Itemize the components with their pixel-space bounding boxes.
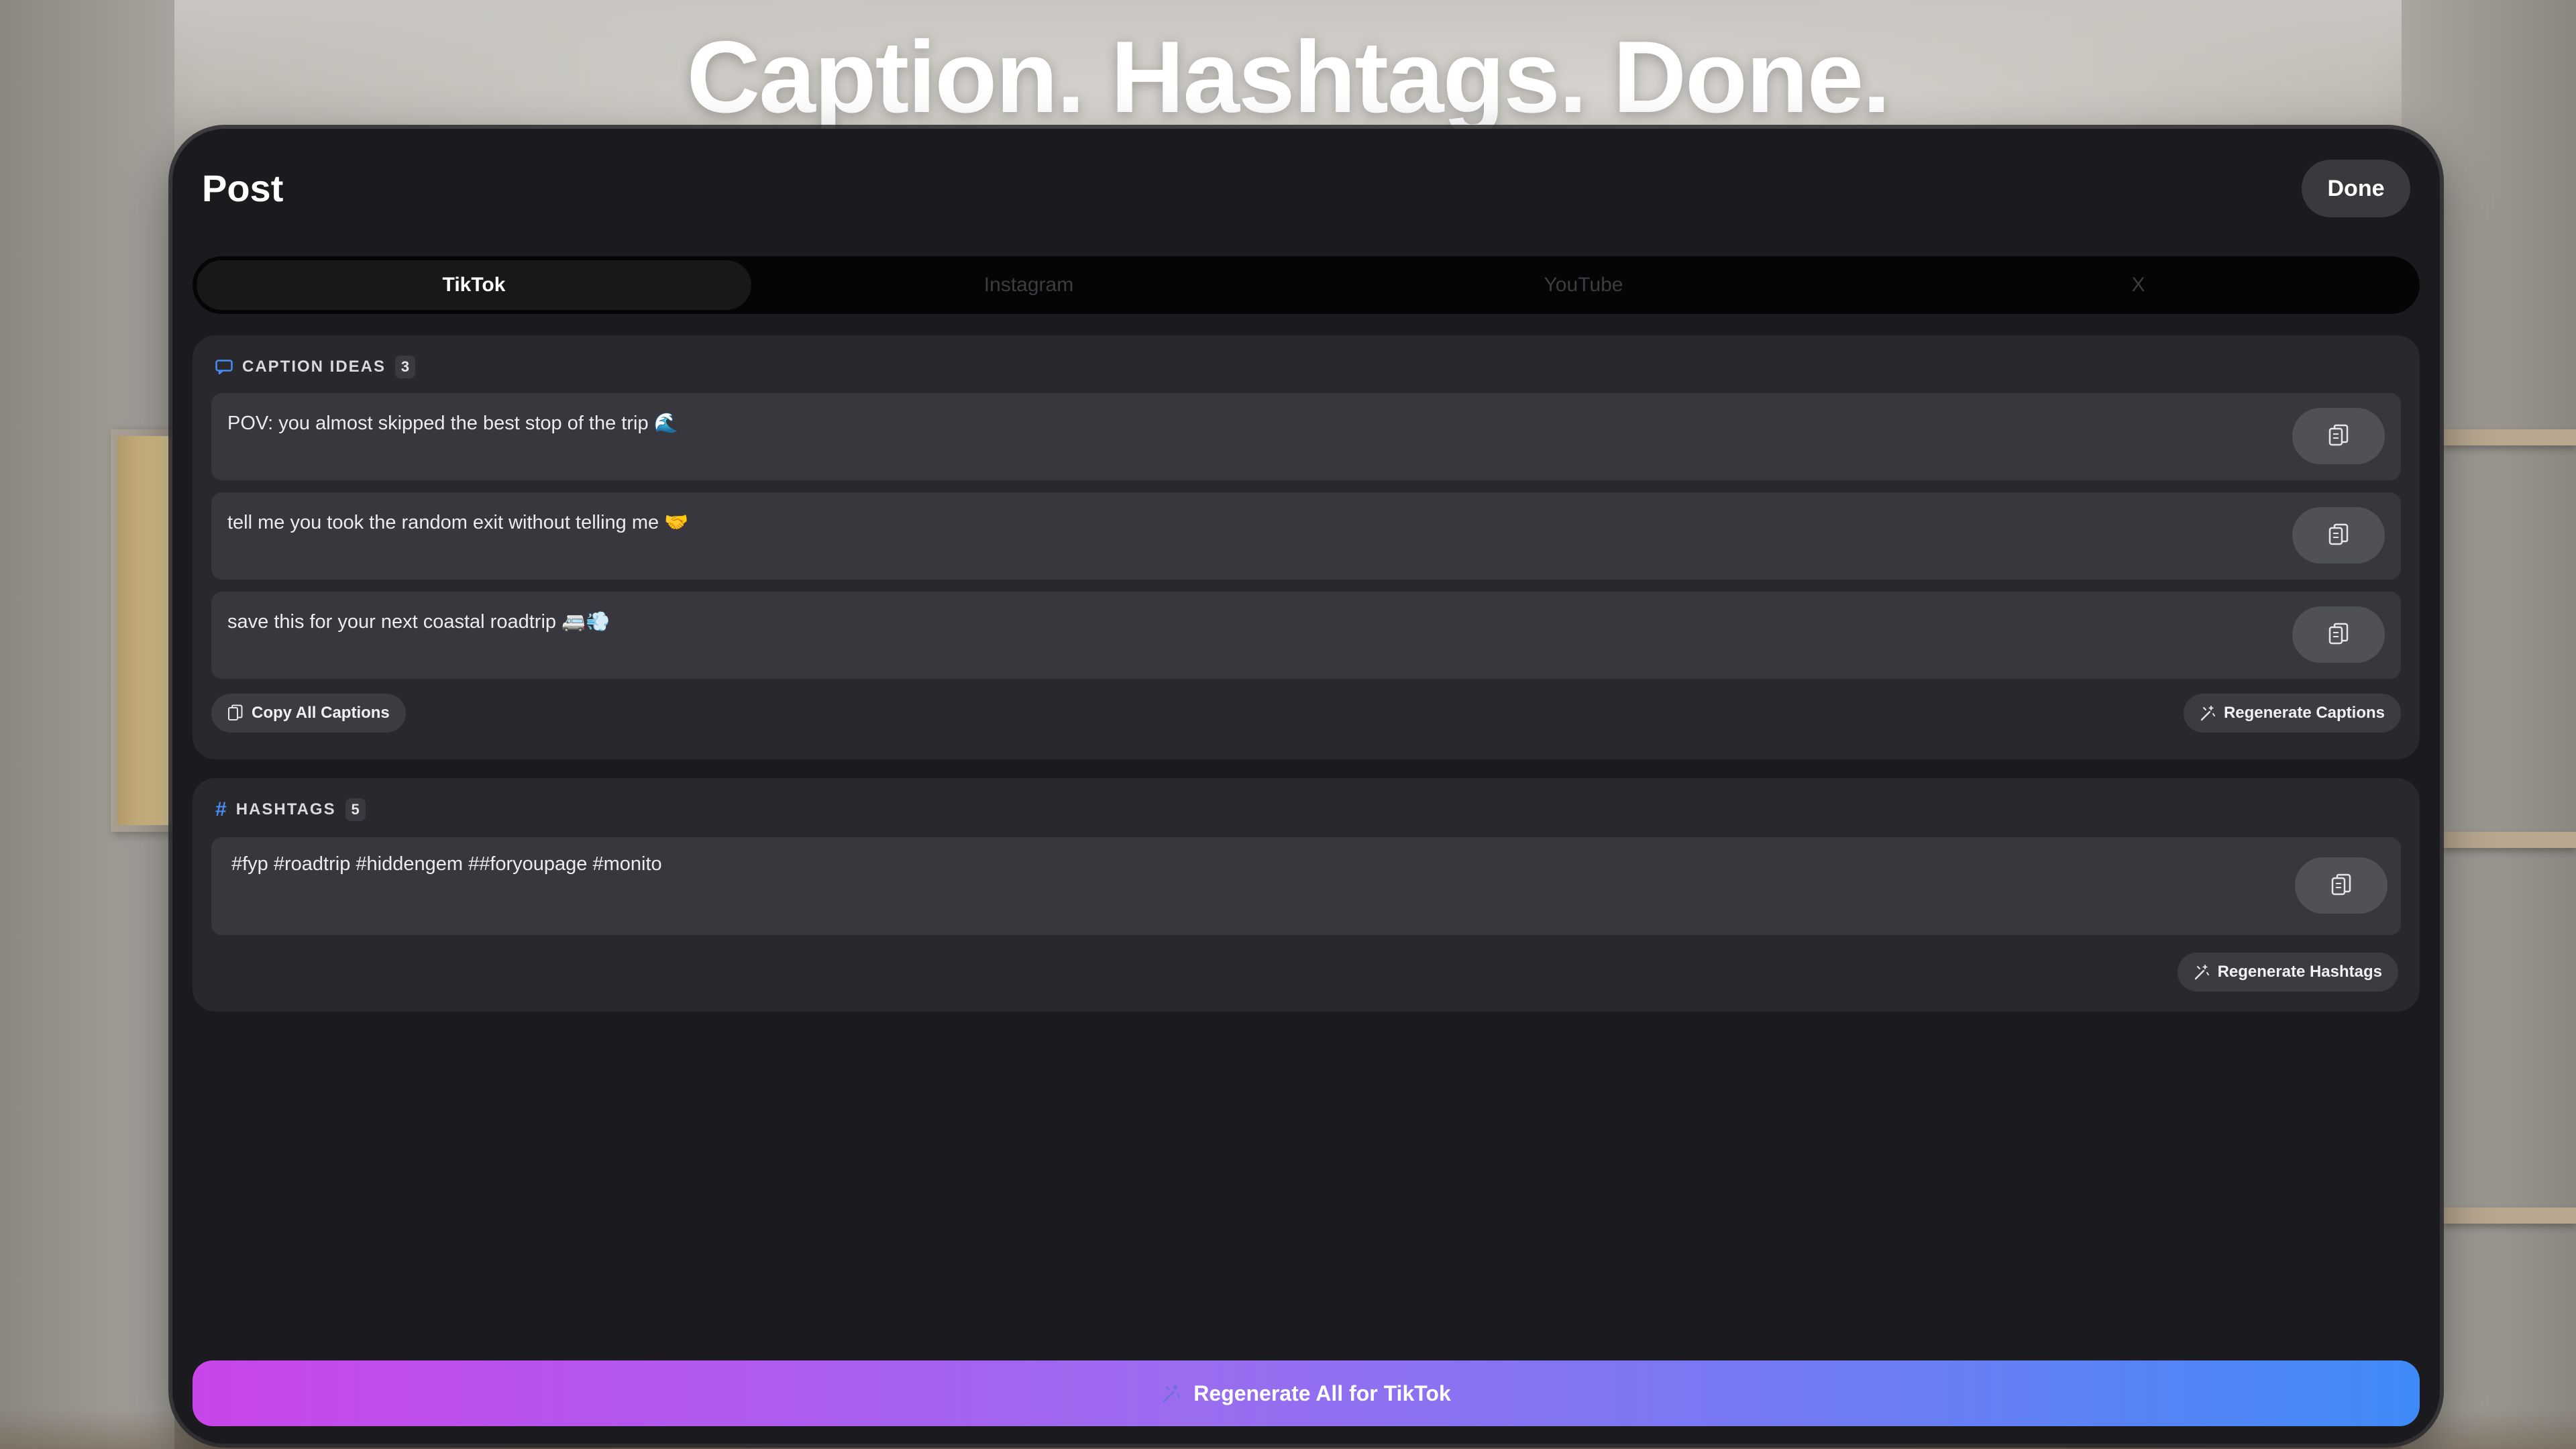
regenerate-hashtags-label: Regenerate Hashtags: [2217, 963, 2382, 981]
copy-caption-button[interactable]: [2292, 606, 2385, 663]
done-button[interactable]: Done: [2302, 160, 2410, 217]
caption-count-badge: 3: [395, 356, 416, 378]
tab-x[interactable]: X: [1861, 260, 2416, 310]
speech-bubble-icon: [215, 360, 233, 374]
caption-text: tell me you took the random exit without…: [227, 512, 689, 533]
copy-icon: [2328, 623, 2349, 645]
magic-wand-icon: [2194, 965, 2209, 980]
caption-ideas-heading: CAPTION IDEAS: [242, 358, 386, 376]
hash-icon: #: [215, 798, 227, 820]
copy-all-captions-label: Copy All Captions: [252, 704, 390, 722]
caption-text: save this for your next coastal roadtrip…: [227, 611, 610, 633]
regenerate-hashtags-button[interactable]: Regenerate Hashtags: [2177, 953, 2398, 991]
platform-tabs: TikTok Instagram YouTube X: [193, 256, 2420, 314]
copy-icon: [2331, 873, 2351, 896]
regenerate-all-button[interactable]: Regenerate All for TikTok: [193, 1360, 2420, 1426]
post-panel: Post Done TikTok Instagram YouTube X CAP…: [172, 129, 2440, 1444]
caption-text: POV: you almost skipped the best stop of…: [227, 413, 678, 434]
hashtags-field[interactable]: #fyp #roadtrip #hiddengem ##foryoupage #…: [211, 837, 2401, 935]
hashtags-header: # HASHTAGS 5: [215, 798, 366, 821]
regenerate-all-label: Regenerate All for TikTok: [1193, 1381, 1451, 1405]
caption-row: tell me you took the random exit without…: [211, 492, 2401, 580]
wall-shelf: [2442, 1208, 2576, 1224]
hashtags-heading: HASHTAGS: [235, 800, 336, 818]
regenerate-captions-label: Regenerate Captions: [2223, 704, 2385, 722]
caption-ideas-card: CAPTION IDEAS 3 POV: you almost skipped …: [193, 335, 2420, 759]
copy-all-captions-button[interactable]: Copy All Captions: [211, 694, 406, 733]
caption-ideas-header: CAPTION IDEAS 3: [215, 356, 416, 378]
hashtags-card: # HASHTAGS 5 #fyp #roadtrip #hiddengem #…: [193, 778, 2420, 1012]
magic-wand-icon: [2200, 706, 2215, 721]
caption-row: POV: you almost skipped the best stop of…: [211, 393, 2401, 480]
panel-title: Post: [202, 167, 284, 209]
copy-caption-button[interactable]: [2292, 408, 2385, 464]
wall-shelf: [2442, 429, 2576, 445]
marketing-headline: Caption. Hashtags. Done.: [686, 20, 1890, 134]
copy-hashtags-button[interactable]: [2295, 857, 2387, 914]
tab-youtube[interactable]: YouTube: [1306, 260, 1861, 310]
regenerate-captions-button[interactable]: Regenerate Captions: [2183, 694, 2401, 733]
hashtag-count-badge: 5: [345, 798, 366, 821]
copy-icon: [2328, 424, 2349, 446]
wall-shelf: [2442, 832, 2576, 848]
caption-row: save this for your next coastal roadtrip…: [211, 592, 2401, 679]
tab-instagram[interactable]: Instagram: [751, 260, 1306, 310]
hashtags-text: #fyp #roadtrip #hiddengem ##foryoupage #…: [231, 853, 662, 875]
tab-tiktok[interactable]: TikTok: [197, 260, 751, 310]
copy-icon: [2328, 523, 2349, 545]
magic-wand-icon: [1163, 1385, 1180, 1402]
copy-caption-button[interactable]: [2292, 507, 2385, 564]
copy-icon: [228, 704, 243, 720]
